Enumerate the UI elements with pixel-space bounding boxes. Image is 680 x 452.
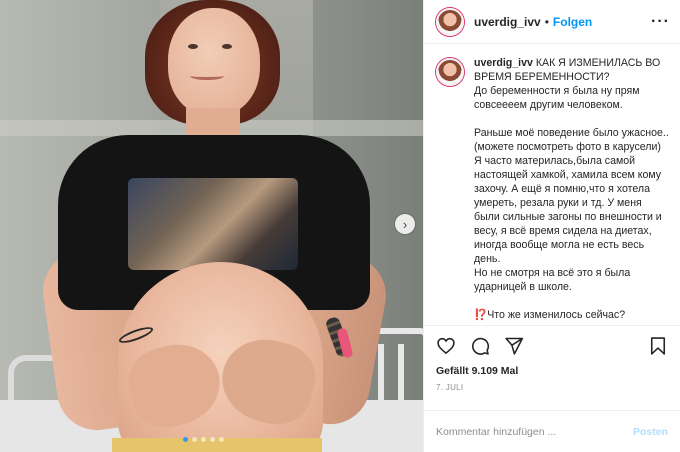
post-header: uverdig_ivv • Folgen ··· [424,0,680,44]
photo-shirt-print [128,178,298,270]
carousel-dot [183,437,188,442]
action-bar [424,325,680,365]
likes-count[interactable]: Gefällt 9.109 Mal [424,365,680,377]
carousel-indicator [183,437,224,442]
caption-username[interactable]: uverdig_ivv [474,57,533,69]
carousel-dot [219,437,224,442]
post-comment-button[interactable]: Posten [633,426,668,438]
caption-area: uverdig_ivv КАК Я ИЗМЕНИЛАСЬ ВО ВРЕМЯ БЕ… [424,44,680,325]
photo-face [168,8,260,116]
instagram-post: › uverdig_ivv • Folgen ··· uverdig_ivv К… [0,0,680,452]
carousel-dot [201,437,206,442]
photo-eye-right [222,44,232,49]
carousel-dot [192,437,197,442]
bookmark-icon[interactable] [648,336,668,356]
caption-body: КАК Я ИЗМЕНИЛАСЬ ВО ВРЕМЯ БЕРЕМЕННОСТИ? … [474,57,669,321]
comment-input[interactable] [436,425,633,438]
caption-avatar[interactable] [436,58,464,86]
photo-eye-left [188,44,198,49]
caption-text: uverdig_ivv КАК Я ИЗМЕНИЛАСЬ ВО ВРЕМЯ БЕ… [474,56,670,325]
heart-icon[interactable] [436,336,456,356]
post-photo[interactable]: › [0,0,423,452]
photo-mouth [190,72,224,80]
follow-button[interactable]: Folgen [553,15,592,29]
chevron-right-icon: › [402,216,408,232]
post-side-panel: uverdig_ivv • Folgen ··· uverdig_ivv КАК… [423,0,680,452]
header-separator: • [544,14,549,29]
comment-box: Posten [424,410,680,452]
carousel-dot [210,437,215,442]
post-date[interactable]: 7. JULI [424,377,680,392]
comment-icon[interactable] [470,336,490,356]
share-icon[interactable] [504,336,524,356]
header-username[interactable]: uverdig_ivv [474,15,541,29]
carousel-next-button[interactable]: › [395,214,415,234]
avatar[interactable] [436,7,464,36]
more-horizontal-icon[interactable]: ··· [651,13,670,31]
